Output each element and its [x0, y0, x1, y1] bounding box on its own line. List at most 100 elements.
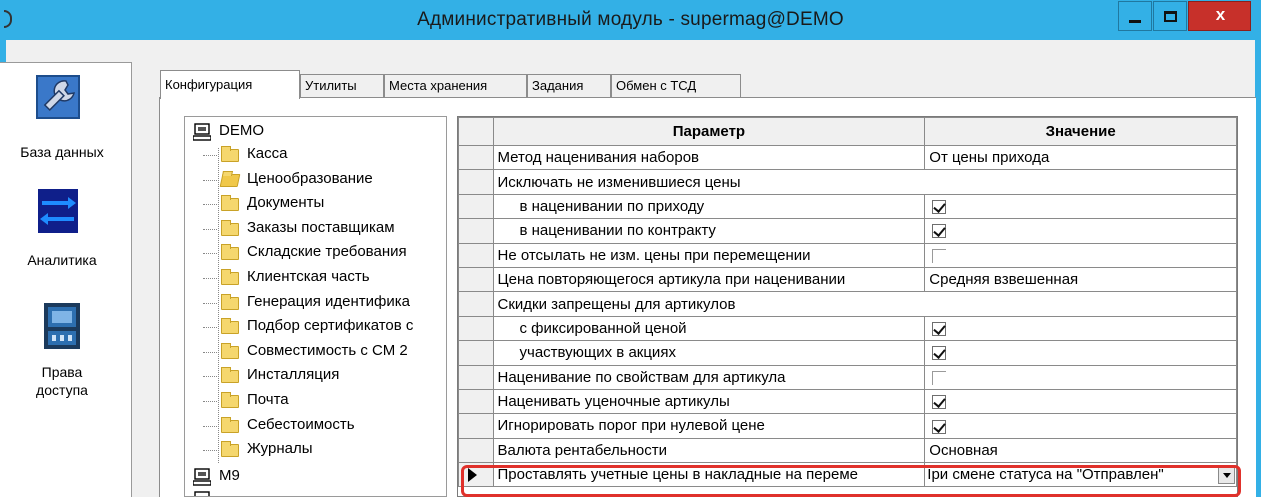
- tab-configuration[interactable]: Конфигурация: [160, 70, 300, 99]
- param-cell[interactable]: Наценивать уценочные артикулы: [492, 388, 926, 415]
- folder-icon: [221, 318, 239, 335]
- table-row[interactable]: Исключать не изменившиеся цены: [458, 169, 1237, 195]
- row-selector[interactable]: [458, 193, 494, 220]
- row-selector[interactable]: [458, 462, 494, 488]
- row-selector[interactable]: [458, 340, 494, 366]
- value-checkbox-cell[interactable]: [924, 413, 1237, 439]
- nav-label-access-line1: Права: [41, 364, 83, 380]
- tab-utilities[interactable]: Утилиты: [300, 74, 384, 98]
- tree-item-label: Инсталляция: [247, 366, 340, 384]
- arrows-icon: [38, 189, 78, 233]
- tree-connector: [203, 376, 217, 378]
- param-cell[interactable]: Метод наценивания наборов: [492, 144, 926, 171]
- value-checkbox-cell[interactable]: [924, 242, 1237, 268]
- row-selector[interactable]: [458, 291, 494, 317]
- param-cell[interactable]: в наценивании по приходу: [492, 193, 926, 220]
- value-text: Средняя взвешенная: [929, 271, 1079, 289]
- checkbox-checked[interactable]: [932, 200, 947, 214]
- table-row[interactable]: Валюта рентабельности Основная: [458, 437, 1237, 464]
- checkbox-checked[interactable]: [932, 224, 947, 239]
- checkbox-checked[interactable]: [932, 321, 947, 336]
- value-text: От цены прихода: [929, 149, 1050, 167]
- checkbox-unchecked[interactable]: [932, 248, 947, 263]
- group-header-cell[interactable]: Скидки запрещены для артикулов: [492, 291, 1237, 317]
- table-row[interactable]: в наценивании по приходу: [458, 193, 1237, 220]
- checkbox-checked[interactable]: [932, 346, 947, 361]
- table-row[interactable]: с фиксированной ценой: [458, 315, 1237, 342]
- close-icon: x: [1215, 5, 1226, 24]
- param-cell[interactable]: Не отсылать не изм. цены при перемещении: [492, 242, 926, 268]
- row-selector[interactable]: [458, 266, 494, 293]
- table-row[interactable]: Наценивание по свойствам для артикула: [458, 364, 1237, 390]
- value-checkbox-cell[interactable]: [924, 340, 1237, 366]
- close-button[interactable]: x: [1188, 1, 1251, 31]
- tab-tsd-exchange[interactable]: Обмен с ТСД: [611, 74, 741, 98]
- param-cell[interactable]: Игнорировать порог при нулевой цене: [492, 413, 926, 439]
- param-cell[interactable]: Проставлять учетные цены в накладные на …: [492, 462, 926, 488]
- row-selector[interactable]: [458, 169, 494, 195]
- tree-m9-label: M9: [219, 467, 240, 484]
- column-header-param[interactable]: Параметр: [492, 117, 926, 146]
- folder-icon: [221, 367, 239, 384]
- folder-icon: [221, 244, 239, 261]
- group-header-cell[interactable]: Исключать не изменившиеся цены: [492, 169, 1237, 195]
- tree-connector: [203, 302, 217, 304]
- row-selector-header: [458, 117, 494, 146]
- table-row[interactable]: Скидки запрещены для артикулов: [458, 291, 1237, 317]
- table-row[interactable]: Проставлять учетные цены в накладные на …: [458, 462, 1237, 488]
- nav-label-database: База данных: [20, 144, 104, 160]
- maximize-button[interactable]: [1153, 1, 1187, 31]
- title-bar[interactable]: Административный модуль - supermag@DEMO …: [4, 0, 1255, 40]
- tab-tasks[interactable]: Задания: [527, 74, 611, 98]
- value-checkbox-cell[interactable]: [924, 218, 1237, 244]
- column-header-value[interactable]: Значение: [924, 117, 1237, 146]
- row-selector[interactable]: [458, 364, 494, 390]
- minimize-button[interactable]: [1118, 1, 1152, 31]
- tree-connector: [203, 450, 217, 452]
- value-dropdown-cell[interactable]: Iри смене статуса на "Отправлен": [924, 462, 1237, 488]
- tree-item-label: Ценообразование: [247, 169, 373, 187]
- tree-item-label: Журналы: [247, 440, 313, 458]
- table-row[interactable]: Метод наценивания наборов От цены прихода: [458, 144, 1237, 171]
- row-selector[interactable]: [458, 413, 494, 439]
- tree-item-label: Почта: [247, 391, 289, 408]
- value-cell[interactable]: Средняя взвешенная: [924, 266, 1237, 293]
- row-selector[interactable]: [458, 144, 494, 171]
- table-row[interactable]: Не отсылать не изм. цены при перемещении: [458, 242, 1237, 268]
- row-selector[interactable]: [458, 218, 494, 244]
- param-cell[interactable]: Цена повторяющегося артикула при наценив…: [492, 266, 926, 293]
- value-checkbox-cell[interactable]: [924, 315, 1237, 342]
- param-cell[interactable]: участвующих в акциях: [492, 340, 926, 366]
- checkbox-checked[interactable]: [932, 419, 947, 434]
- param-cell[interactable]: Валюта рентабельности: [492, 437, 926, 464]
- tab-storage-locations[interactable]: Места хранения: [384, 74, 527, 98]
- row-selector[interactable]: [458, 242, 494, 268]
- checkbox-unchecked[interactable]: [932, 370, 947, 385]
- value-text: Iри смене статуса на "Отправлен": [927, 466, 1164, 484]
- folder-icon: [221, 342, 239, 359]
- table-row[interactable]: Игнорировать порог при нулевой цене: [458, 413, 1237, 439]
- folder-icon: [221, 195, 239, 212]
- wrench-icon: [36, 75, 80, 119]
- table-row[interactable]: в наценивании по контракту: [458, 218, 1237, 244]
- value-cell[interactable]: От цены прихода: [924, 144, 1237, 171]
- row-selector[interactable]: [458, 437, 494, 464]
- param-cell[interactable]: с фиксированной ценой: [492, 315, 926, 342]
- nav-label-analytics: Аналитика: [27, 252, 97, 268]
- value-checkbox-cell[interactable]: [924, 388, 1237, 415]
- checkbox-checked[interactable]: [932, 395, 947, 410]
- tree-connector: [203, 327, 217, 329]
- param-cell[interactable]: Наценивание по свойствам для артикула: [492, 364, 926, 390]
- dropdown-arrow-button[interactable]: [1218, 465, 1235, 485]
- table-row[interactable]: Цена повторяющегося артикула при наценив…: [458, 266, 1237, 293]
- param-cell[interactable]: в наценивании по контракту: [492, 218, 926, 244]
- row-selector[interactable]: [458, 388, 494, 415]
- table-row[interactable]: участвующих в акциях: [458, 340, 1237, 366]
- row-selector[interactable]: [458, 315, 494, 342]
- value-cell[interactable]: Основная: [924, 437, 1237, 464]
- config-tree[interactable]: DEMO Касса Ценообразование Документы Заказы…: [184, 116, 447, 497]
- table-row[interactable]: Наценивать уценочные артикулы: [458, 388, 1237, 415]
- value-checkbox-cell[interactable]: [924, 364, 1237, 390]
- value-checkbox-cell[interactable]: [924, 193, 1237, 220]
- parameters-grid[interactable]: Параметр Значение Метод наценивания набо…: [457, 116, 1238, 497]
